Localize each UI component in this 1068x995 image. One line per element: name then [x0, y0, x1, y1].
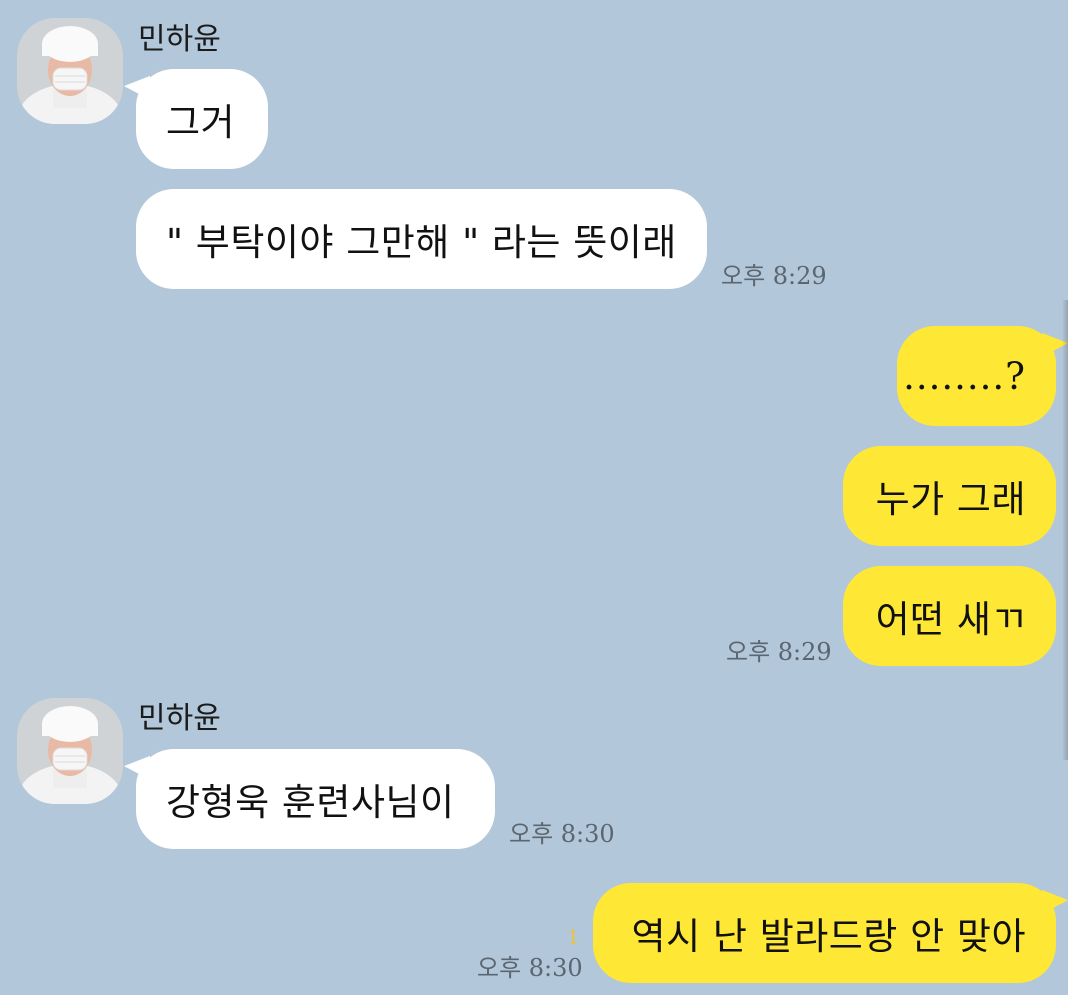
message-bubble[interactable]: 누가 그래 — [843, 446, 1056, 546]
sender-name: 민하윤 — [138, 701, 221, 736]
scroll-edge-shadow — [1062, 300, 1068, 760]
message-bubble[interactable]: " 부탁이야 그만해 " 라는 뜻이래 — [136, 189, 707, 289]
message-bubble[interactable]: ........? — [897, 319, 1068, 426]
message-text: ........? — [903, 354, 1026, 398]
message-text: " 부탁이야 그만해 " 라는 뜻이래 — [166, 221, 677, 264]
sender-avatar[interactable] — [17, 18, 123, 124]
message-bubble[interactable]: 어떤 새ㄲ — [843, 566, 1056, 666]
message-bubble[interactable]: 그거 — [124, 62, 268, 169]
message-timestamp: 오후 8:29 — [721, 262, 827, 290]
bubble-tail — [1042, 876, 1068, 914]
sender-avatar[interactable] — [17, 698, 123, 804]
bubble-tail — [124, 742, 150, 780]
message-text: 누가 그래 — [875, 478, 1026, 521]
profile-photo-icon — [17, 18, 123, 124]
message-text: 그거 — [166, 101, 236, 144]
profile-photo-icon — [17, 698, 123, 804]
message-timestamp: 오후 8:30 — [509, 820, 615, 848]
message-bubble[interactable]: 강형욱 훈련사님이 — [124, 742, 495, 849]
message-text: 역시 난 발라드랑 안 맞아 — [631, 915, 1026, 958]
unread-count: 1 — [567, 925, 580, 949]
message-bubble[interactable]: 역시 난 발라드랑 안 맞아 — [593, 876, 1068, 983]
message-text: 어떤 새ㄲ — [875, 598, 1026, 641]
message-timestamp: 오후 8:30 — [477, 954, 583, 982]
sender-name: 민하윤 — [138, 22, 221, 57]
bubble-tail — [124, 62, 150, 100]
message-text: 강형욱 훈련사님이 — [166, 781, 455, 824]
message-timestamp: 오후 8:29 — [726, 638, 832, 666]
